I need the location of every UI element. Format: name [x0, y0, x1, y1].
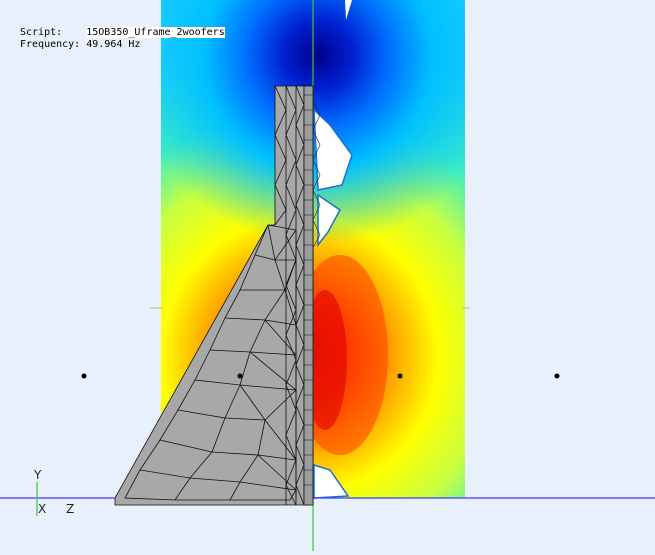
probe-point-3 — [397, 373, 403, 379]
probe-point-1 — [81, 373, 87, 379]
probe-point-4 — [554, 373, 560, 379]
simulation-viewport[interactable]: Script: 15OB350_Uframe_2woofers Frequenc… — [0, 0, 655, 551]
field-plot — [0, 0, 655, 551]
frequency-label: Frequency: — [20, 39, 81, 50]
script-info: Script: 15OB350_Uframe_2woofers — [20, 27, 225, 39]
frequency-value: 49.964 Hz — [86, 39, 141, 50]
probe-point-2 — [237, 373, 243, 379]
axis-label-y: Y — [34, 468, 42, 482]
script-label: Script: — [20, 27, 63, 38]
frequency-info: Frequency: 49.964 Hz — [20, 39, 140, 51]
axis-label-x: X — [38, 502, 47, 516]
script-value: 15OB350_Uframe_2woofers — [86, 27, 225, 38]
axis-label-z: Z — [66, 502, 75, 516]
